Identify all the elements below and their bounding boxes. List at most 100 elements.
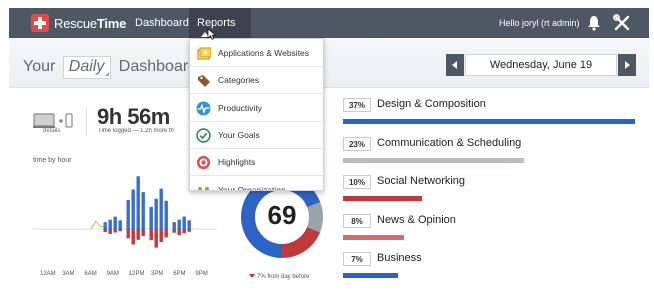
hour-tick-label: 3AM: [62, 271, 75, 277]
title-suffix: Dashboard: [118, 58, 198, 75]
category-name[interactable]: News & Opinion: [377, 214, 456, 226]
category-row[interactable]: 37% Design & Composition: [343, 98, 643, 138]
category-name[interactable]: Communication & Scheduling: [377, 137, 521, 149]
hour-bar-negative: [126, 229, 130, 239]
category-name[interactable]: Design & Composition: [377, 98, 486, 110]
reports-menu-item-label: Your Goals: [218, 129, 260, 140]
time-logged-caption: Time logged — 1.2h more th: [98, 128, 174, 134]
pulse-icon: [196, 101, 211, 116]
category-bar: [343, 157, 524, 163]
hour-bar-negative: [108, 229, 112, 234]
hour-bar-negative: [149, 229, 153, 241]
reports-menu-item[interactable]: Applications & Websites: [190, 40, 323, 67]
details-label[interactable]: details: [43, 128, 60, 134]
time-logged-total: 9h 56m: [97, 104, 170, 129]
hour-bar-negative: [159, 229, 163, 243]
hour-bar-positive: [177, 219, 181, 229]
hour-tick-label: 9AM: [106, 271, 119, 277]
rescuetime-logo-icon[interactable]: [31, 14, 49, 32]
hour-tick-label: 6AM: [84, 271, 97, 277]
date-picker[interactable]: Wednesday, June 19: [465, 54, 617, 76]
previous-day-button[interactable]: [446, 54, 464, 76]
hour-axis-ticks: 12AM 3AM 6AM 9AM 12PM 3PM 6PM 9PM: [40, 271, 220, 281]
bell-icon[interactable]: [587, 15, 601, 31]
hour-bar-negative: [172, 229, 176, 233]
reports-menu-item-label: Applications & Websites: [218, 48, 310, 58]
hour-bar-negative: [187, 229, 191, 232]
category-percent-badge: 10%: [343, 175, 371, 190]
reports-menu-item[interactable]: Categories: [190, 67, 323, 95]
hour-tick-label: 3PM: [151, 271, 164, 277]
pulse-change-text: 7% from day before: [257, 274, 310, 280]
category-bar: [343, 273, 398, 279]
reports-menu-item-label: Categories: [218, 75, 260, 86]
nav-dashboard-link[interactable]: Dashboard: [135, 17, 189, 29]
tools-icon[interactable]: [613, 14, 631, 32]
reports-dropdown-menu: Applications & Websites Categories Product…: [189, 38, 324, 191]
hour-bar-negative: [136, 229, 140, 240]
page-title: Your Daily Dashboard: [23, 56, 197, 79]
hour-bar-positive: [113, 216, 117, 229]
hour-bar-positive: [126, 200, 130, 229]
hour-bar-negative: [131, 229, 135, 245]
category-bar: [343, 234, 404, 240]
hour-bar-positive: [154, 198, 158, 229]
user-greeting[interactable]: Hello joryl (rt admin): [499, 18, 580, 28]
hour-bar-positive: [141, 192, 145, 229]
category-percent-badge: 23%: [343, 136, 371, 151]
chevron-right-icon: [625, 61, 630, 69]
hour-bar-negative: [182, 229, 186, 234]
reports-menu-item[interactable]: Highlights: [190, 149, 323, 177]
category-row[interactable]: 8% News & Opinion: [343, 213, 643, 254]
divider: [86, 108, 87, 136]
hour-bar-positive: [187, 220, 191, 229]
hour-bar-negative: [141, 229, 145, 236]
pulse-change-note: 7% from day before: [249, 274, 309, 280]
hour-bar-negative: [113, 229, 117, 233]
chevron-left-icon: [452, 61, 457, 69]
hour-bar-negative: [164, 229, 168, 238]
category-row[interactable]: 10% Social Networking: [343, 175, 643, 215]
tag-icon: [198, 75, 210, 88]
hour-bar-positive: [182, 216, 186, 229]
hour-tick-label: 9PM: [195, 271, 208, 277]
next-day-button[interactable]: [618, 54, 636, 76]
check-circle-icon: [196, 128, 211, 143]
reports-menu-item[interactable]: Your Organization: [190, 177, 323, 191]
category-percent-badge: 37%: [343, 98, 371, 112]
hour-bar-negative: [103, 229, 107, 232]
hour-bar-negative: [118, 229, 122, 232]
hour-bar-positive: [159, 188, 163, 229]
productivity-pulse-score: 69: [267, 200, 297, 230]
category-bar: [343, 196, 422, 202]
hour-bar-positive: [131, 189, 135, 229]
category-name[interactable]: Social Networking: [377, 175, 465, 187]
highlights-icon: [196, 156, 211, 170]
mouse-cursor-icon: [207, 28, 217, 40]
category-percent-badge: 8%: [343, 213, 371, 228]
nav-reports-menu[interactable]: Reports: [189, 8, 251, 38]
hour-tick-label: 12AM: [40, 271, 56, 277]
category-row[interactable]: 23% Communication & Scheduling: [343, 136, 643, 177]
brand-name[interactable]: RescueTime: [54, 16, 126, 31]
category-name[interactable]: Business: [377, 252, 422, 264]
category-bar: [343, 119, 635, 124]
hour-bar-positive: [108, 219, 112, 229]
top-navigation-bar: RescueTime Dashboard Reports Hello joryl…: [9, 8, 649, 38]
reports-menu-item-label: Productivity: [218, 102, 262, 113]
hour-bar-positive: [172, 222, 176, 229]
arrow-down-icon: [249, 274, 255, 278]
hour-bar-negative: [177, 229, 181, 236]
reports-menu-item-label: Highlights: [218, 157, 256, 168]
category-row[interactable]: 7% Business: [343, 252, 643, 292]
hour-bar-positive: [136, 176, 140, 229]
period-select[interactable]: Daily: [62, 56, 112, 79]
reports-menu-item[interactable]: Your Goals: [190, 122, 323, 149]
hour-bar-positive: [164, 200, 168, 229]
hour-bar-negative: [154, 229, 158, 248]
reports-menu-item[interactable]: Productivity: [190, 95, 323, 122]
applications-icon: [197, 47, 211, 60]
time-by-hour-label: time by hour: [33, 157, 72, 164]
reports-menu-item-label: Your Organization: [218, 184, 286, 191]
hour-bar-positive: [118, 220, 122, 229]
